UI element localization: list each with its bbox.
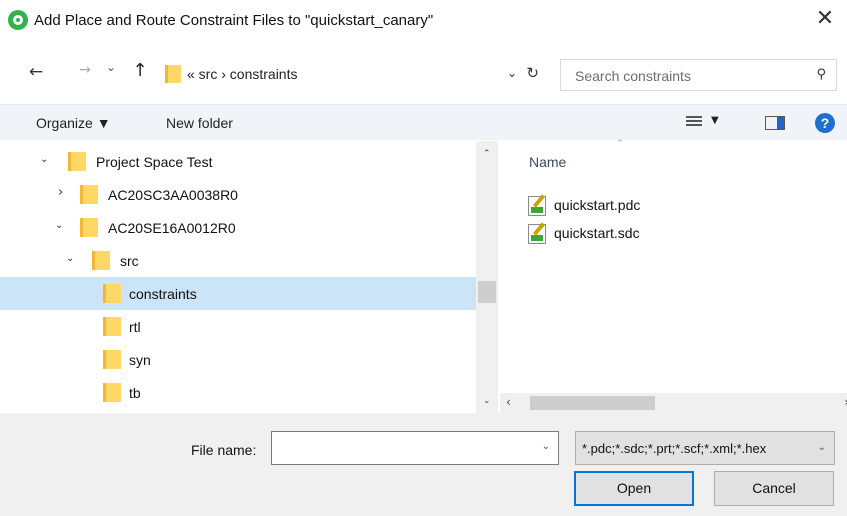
app-icon xyxy=(8,10,28,30)
folder-icon xyxy=(103,383,121,402)
file-list: ⌃ Name quickstart.pdc quickstart.sdc xyxy=(500,139,847,393)
tree-vertical-scrollbar[interactable]: ⌃ ⌄ xyxy=(476,141,498,413)
chevron-right-icon[interactable]: › xyxy=(58,185,63,200)
preview-pane-icon[interactable] xyxy=(765,116,785,130)
address-dropdown-icon[interactable]: ⌄ xyxy=(507,66,517,80)
back-arrow-icon[interactable]: ← xyxy=(26,62,46,86)
help-icon[interactable]: ? xyxy=(815,113,835,133)
tree-item-label: syn xyxy=(129,352,151,368)
folder-icon xyxy=(103,284,121,303)
navigation-bar: ← → ⌄ ↑ « src › constraints ⌄ ↻ Search c… xyxy=(0,54,847,94)
command-toolbar: Organize ▼ New folder ▼ ? xyxy=(0,104,847,140)
sort-caret-icon: ⌃ xyxy=(616,139,624,149)
search-placeholder: Search constraints xyxy=(575,68,691,84)
close-icon[interactable]: ✕ xyxy=(813,8,837,32)
title-bar: Add Place and Route Constraint Files to … xyxy=(0,0,847,42)
chevron-down-icon[interactable]: ⌄ xyxy=(55,220,63,231)
folder-icon xyxy=(92,251,110,270)
tree-item-label: AC20SE16A0012R0 xyxy=(108,220,236,236)
constraint-file-icon xyxy=(528,196,546,216)
view-dropdown-icon[interactable]: ▼ xyxy=(711,115,719,126)
scroll-thumb[interactable] xyxy=(478,281,496,303)
scroll-thumb[interactable] xyxy=(530,396,655,410)
search-input[interactable]: Search constraints ⚲ xyxy=(560,59,837,91)
tree-item-label: AC20SC3AA0038R0 xyxy=(108,187,238,203)
open-button[interactable]: Open xyxy=(574,471,694,506)
tree-item-ac20sc3aa0038r0[interactable]: › AC20SC3AA0038R0 xyxy=(0,178,476,211)
tree-item-rtl[interactable]: rtl xyxy=(0,310,476,343)
tree-item-ac20se16a0012r0[interactable]: ⌄ AC20SE16A0012R0 xyxy=(0,211,476,244)
file-type-select[interactable]: *.pdc;*.sdc;*.prt;*.scf;*.xml;*.hex ⌄ xyxy=(575,431,835,465)
folder-icon xyxy=(165,65,181,83)
window-title: Add Place and Route Constraint Files to … xyxy=(34,12,434,29)
breadcrumb[interactable]: « src › constraints xyxy=(187,66,297,82)
tree-item-src[interactable]: ⌄ src xyxy=(0,244,476,277)
tree-item-label: rtl xyxy=(129,319,141,335)
organize-button[interactable]: Organize ▼ xyxy=(36,115,111,131)
recent-locations-chevron-icon[interactable]: ⌄ xyxy=(104,60,118,84)
folder-icon xyxy=(80,185,98,204)
folder-icon xyxy=(68,152,86,171)
chevron-down-icon[interactable]: ⌄ xyxy=(66,253,74,264)
tree-item-constraints[interactable]: constraints xyxy=(0,277,476,310)
file-name-dropdown-icon[interactable]: ⌄ xyxy=(542,441,550,452)
file-item-label: quickstart.pdc xyxy=(554,197,641,213)
scroll-left-icon[interactable]: ‹ xyxy=(506,395,511,409)
constraint-file-icon xyxy=(528,224,546,244)
tree-item-label: tb xyxy=(129,385,141,401)
scroll-down-icon[interactable]: ⌄ xyxy=(483,396,491,406)
tree-item-label: constraints xyxy=(129,286,197,302)
cancel-button[interactable]: Cancel xyxy=(714,471,834,506)
forward-arrow-icon[interactable]: → xyxy=(75,62,95,86)
folder-icon xyxy=(103,317,121,336)
column-header-name[interactable]: Name xyxy=(529,154,566,170)
up-arrow-icon[interactable]: ↑ xyxy=(130,60,150,84)
view-options-icon[interactable] xyxy=(686,116,702,130)
bottom-panel: File name: ⌄ *.pdc;*.sdc;*.prt;*.scf;*.x… xyxy=(0,413,847,516)
tree-item-project-space-test[interactable]: ⌄ Project Space Test xyxy=(0,145,476,178)
address-bar[interactable]: « src › constraints ⌄ ↻ xyxy=(159,58,543,90)
refresh-icon[interactable]: ↻ xyxy=(526,64,539,82)
file-name-input[interactable]: ⌄ xyxy=(271,431,559,465)
chevron-down-icon[interactable]: ⌄ xyxy=(40,154,48,165)
tree-item-label: Project Space Test xyxy=(96,154,213,170)
folder-icon xyxy=(80,218,98,237)
file-name-label: File name: xyxy=(191,442,257,458)
file-item-label: quickstart.sdc xyxy=(554,225,640,241)
file-type-dropdown-icon[interactable]: ⌄ xyxy=(818,442,826,453)
file-list-horizontal-scrollbar[interactable]: ‹ › xyxy=(500,393,847,413)
file-item-quickstart-sdc[interactable]: quickstart.sdc xyxy=(528,222,828,246)
new-folder-button[interactable]: New folder xyxy=(166,115,233,131)
tree-item-syn[interactable]: syn xyxy=(0,343,476,376)
file-type-value: *.pdc;*.sdc;*.prt;*.scf;*.xml;*.hex xyxy=(582,441,767,456)
folder-icon xyxy=(103,350,121,369)
tree-item-tb[interactable]: tb xyxy=(0,376,476,409)
scroll-up-icon[interactable]: ⌃ xyxy=(483,149,491,159)
file-item-quickstart-pdc[interactable]: quickstart.pdc xyxy=(528,194,828,218)
tree-item-label: src xyxy=(120,253,139,269)
search-icon[interactable]: ⚲ xyxy=(816,67,826,82)
navigation-tree: ⌄ Project Space Test › AC20SC3AA0038R0 ⌄… xyxy=(0,141,476,413)
